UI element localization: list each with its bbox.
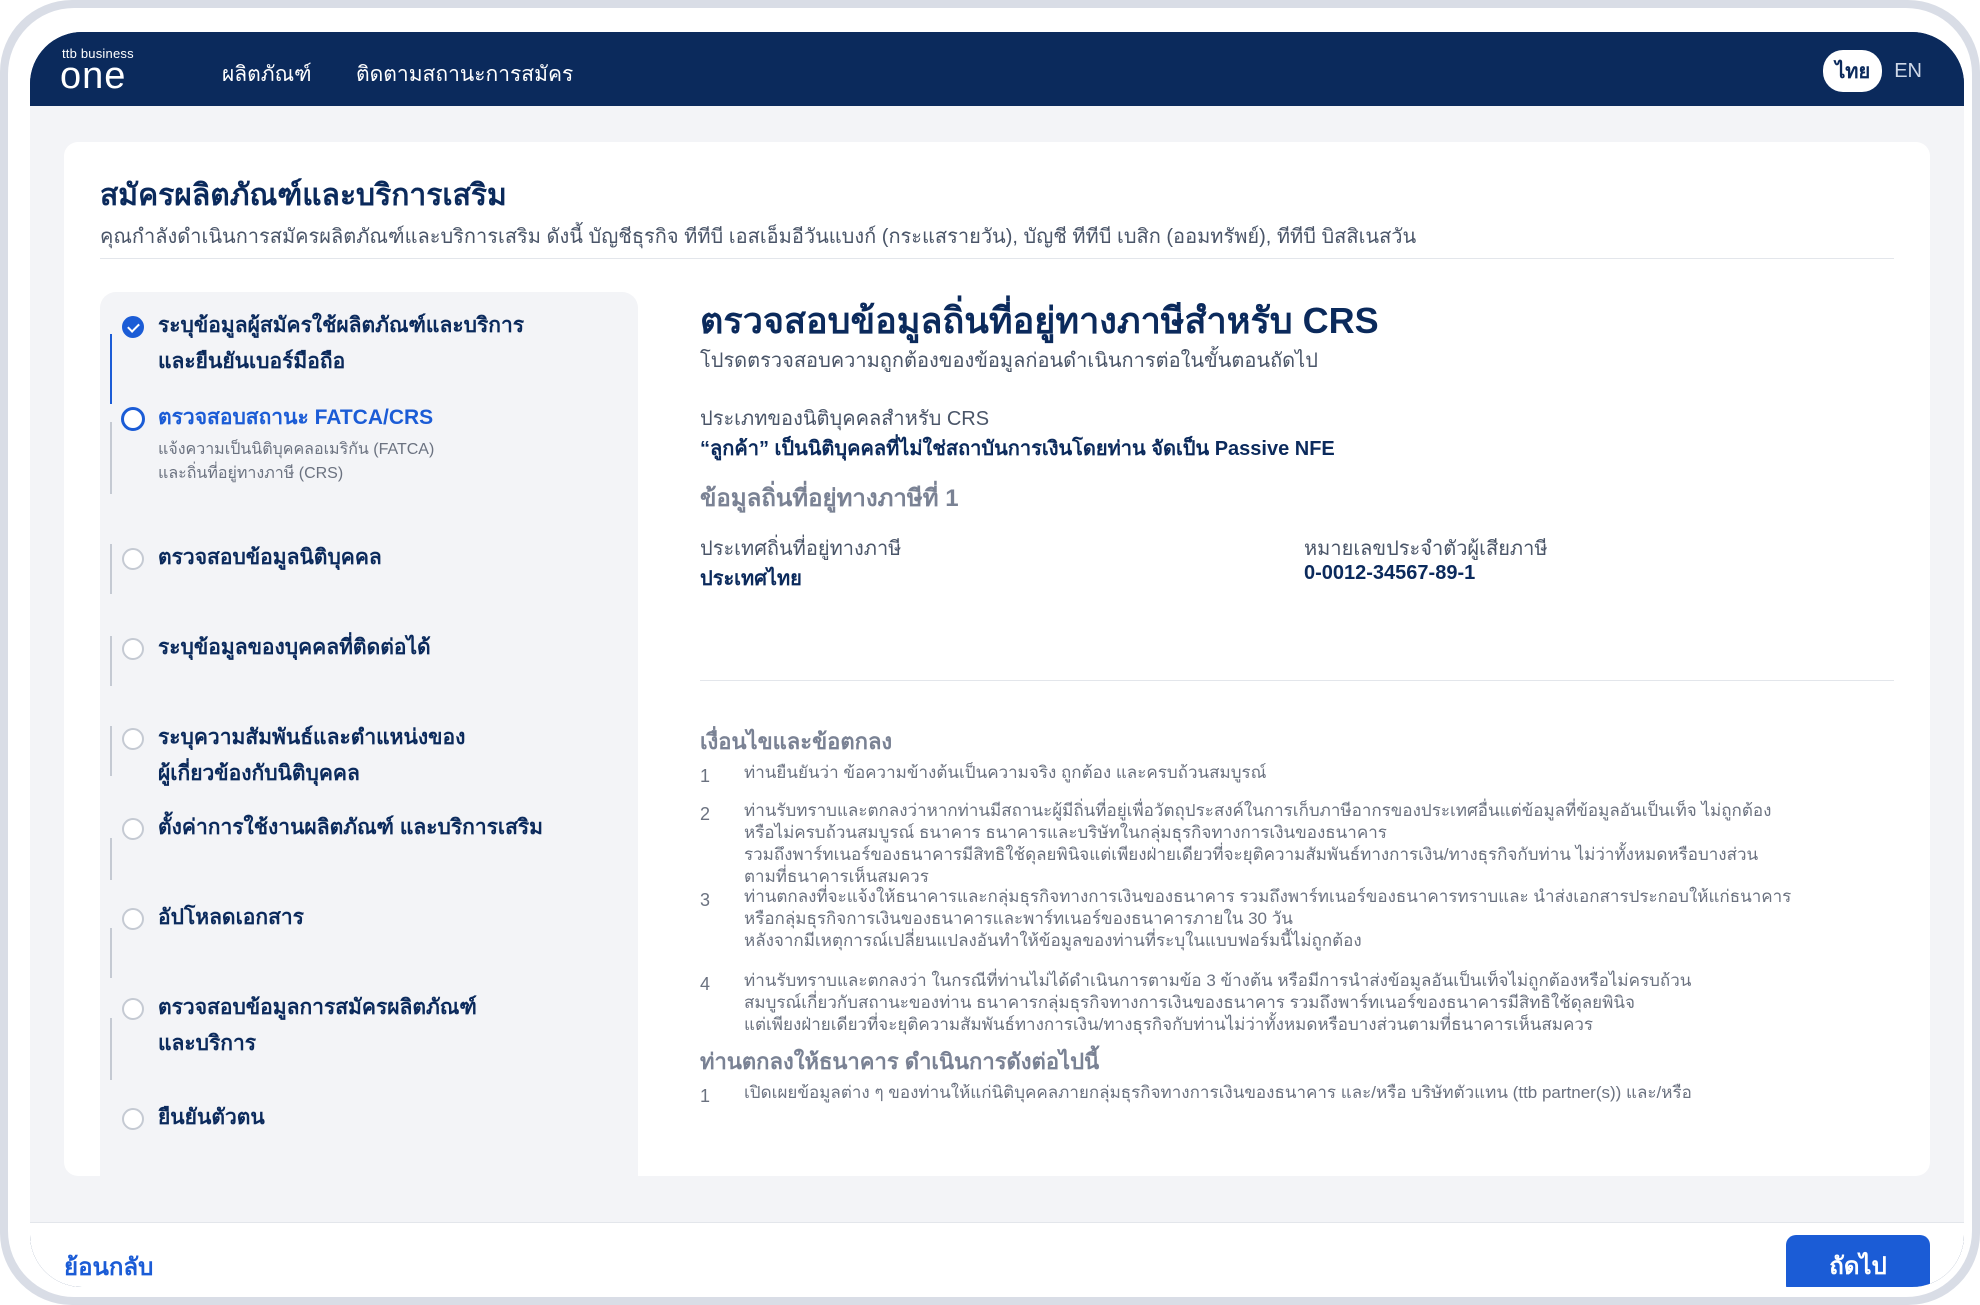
pending-step-icon bbox=[122, 1108, 144, 1130]
agreement-number: 1 bbox=[700, 1086, 711, 1106]
lang-thai-button[interactable]: ไทย bbox=[1823, 50, 1883, 92]
term-number: 1 bbox=[700, 766, 711, 786]
term-line: ตามที่ธนาคารเห็นสมควร bbox=[744, 867, 929, 886]
pending-step-icon bbox=[122, 908, 144, 930]
term-text: ท่านยืนยันว่า ข้อความข้างต้นเป็นความจริง… bbox=[744, 762, 1266, 784]
step-connector bbox=[110, 422, 112, 494]
pending-step-icon bbox=[122, 998, 144, 1020]
term-line: ท่านรับทราบและตกลงว่า ในกรณีที่ท่านไม่ได… bbox=[744, 971, 1692, 990]
section-title: ตรวจสอบข้อมูลถิ่นที่อยู่ทางภาษีสำหรับ CR… bbox=[700, 300, 1379, 341]
agreement-heading: ท่านตกลงให้ธนาคาร ดำเนินการดังต่อไปนี้ bbox=[700, 1049, 1100, 1074]
next-button[interactable]: ถัดไป bbox=[1786, 1235, 1930, 1287]
footer-bar: ย้อนกลับ ถัดไป bbox=[30, 1222, 1964, 1287]
page-subtitle: คุณกำลังดำเนินการสมัครผลิตภัณฑ์และบริการ… bbox=[100, 226, 1417, 248]
lang-english-button[interactable]: EN bbox=[1894, 60, 1922, 83]
term-line: หรือกลุ่มธุรกิจการเงินของธนาคารและพาร์ทเ… bbox=[744, 909, 1293, 928]
term-line: หลังจากมีเหตุการณ์เปลี่ยนแปลงอันทำให้ข้อ… bbox=[744, 931, 1362, 950]
section-subtitle: โปรดตรวจสอบความถูกต้องของข้อมูลก่อนดำเนิ… bbox=[700, 350, 1318, 372]
step-label: ตรวจสอบข้อมูลนิติบุคคล bbox=[158, 546, 382, 569]
tax-residency-heading: ข้อมูลถิ่นที่อยู่ทางภาษีที่ 1 bbox=[700, 485, 959, 512]
divider bbox=[700, 680, 1894, 681]
device-frame: ttb business one ผลิตภัณฑ์ ติดตามสถานะกา… bbox=[0, 0, 1980, 1305]
device-bezel: ttb business one ผลิตภัณฑ์ ติดตามสถานะกา… bbox=[8, 8, 1972, 1297]
step-label: ยืนยันตัวตน bbox=[158, 1106, 265, 1129]
term-line: รวมถึงพาร์ทเนอร์ของธนาคารมีสิทธิใช้ดุลยพ… bbox=[744, 845, 1759, 864]
app-screen: ttb business one ผลิตภัณฑ์ ติดตามสถานะกา… bbox=[30, 32, 1964, 1287]
back-button[interactable]: ย้อนกลับ bbox=[64, 1247, 153, 1286]
pending-step-icon bbox=[122, 548, 144, 570]
term-line: สมบูรณ์เกี่ยวกับสถานะของท่าน ธนาคารกลุ่ม… bbox=[744, 993, 1635, 1012]
term-number: 2 bbox=[700, 804, 711, 824]
step-label: และยืนยันเบอร์มือถือ bbox=[158, 350, 346, 373]
term-text: ท่านรับทราบและตกลงว่าหากท่านมีสถานะผู้มี… bbox=[744, 800, 1771, 888]
divider bbox=[100, 258, 1894, 259]
term-number: 4 bbox=[700, 974, 711, 994]
brand-logo[interactable]: ttb business one bbox=[60, 46, 134, 97]
country-label: ประเทศถิ่นที่อยู่ทางภาษี bbox=[700, 538, 902, 560]
step-description: และถิ่นที่อยู่ทางภาษี (CRS) bbox=[158, 465, 344, 482]
step-description: แจ้งความเป็นนิติบุคคลอเมริกัน (FATCA) bbox=[158, 441, 435, 458]
entity-type-value: “ลูกค้า” เป็นนิติบุคคลที่ไม่ใช่สถาบันการ… bbox=[700, 438, 1335, 460]
agreement-line: เปิดเผยข้อมูลต่าง ๆ ของท่านให้แก่นิติบุค… bbox=[744, 1083, 1692, 1102]
term-line: ท่านรับทราบและตกลงว่าหากท่านมีสถานะผู้มี… bbox=[744, 801, 1772, 820]
step-label: ผู้เกี่ยวข้องกับนิติบุคคล bbox=[158, 762, 360, 785]
content-area: สมัครผลิตภัณฑ์และบริการเสริม คุณกำลังดำเ… bbox=[30, 106, 1964, 1229]
progress-stepper: ระบุข้อมูลผู้สมัครใช้ผลิตภัณฑ์และบริการ … bbox=[100, 292, 638, 1176]
step-label: ระบุข้อมูลผู้สมัครใช้ผลิตภัณฑ์และบริการ bbox=[158, 314, 525, 337]
term-line: ท่านยืนยันว่า ข้อความข้างต้นเป็นความจริง… bbox=[744, 763, 1267, 782]
tin-value: 0-0012-34567-89-1 bbox=[1304, 562, 1476, 584]
term-number: 3 bbox=[700, 890, 711, 910]
nav-track-application[interactable]: ติดตามสถานะการสมัคร bbox=[356, 58, 573, 91]
current-step-icon bbox=[121, 407, 145, 431]
pending-step-icon bbox=[122, 818, 144, 840]
page-title: สมัครผลิตภัณฑ์และบริการเสริม bbox=[100, 179, 507, 212]
entity-type-label: ประเภทของนิติบุคคลสำหรับ CRS bbox=[700, 408, 990, 430]
term-line: หรือไม่ครบถ้วนสมบูรณ์ ธนาคาร ธนาคารและบร… bbox=[744, 823, 1387, 842]
step-connector bbox=[110, 838, 112, 880]
terms-heading: เงื่อนไขและข้อตกลง bbox=[700, 729, 893, 754]
step-connector bbox=[110, 334, 112, 404]
step-label: และบริการ bbox=[158, 1032, 257, 1055]
top-navbar: ttb business one ผลิตภัณฑ์ ติดตามสถานะกา… bbox=[30, 32, 1964, 106]
term-line: ท่านตกลงที่จะแจ้งให้ธนาคารและกลุ่มธุรกิจ… bbox=[744, 887, 1792, 906]
pending-step-icon bbox=[122, 728, 144, 750]
step-label: ตรวจสอบข้อมูลการสมัครผลิตภัณฑ์ bbox=[158, 996, 477, 1019]
logo-big-text: one bbox=[60, 55, 127, 97]
agreement-text: เปิดเผยข้อมูลต่าง ๆ ของท่านให้แก่นิติบุค… bbox=[744, 1082, 1692, 1104]
pending-step-icon bbox=[122, 638, 144, 660]
nav-products[interactable]: ผลิตภัณฑ์ bbox=[222, 58, 312, 91]
country-value: ประเทศไทย bbox=[700, 568, 802, 590]
language-switcher: ไทย EN bbox=[1823, 50, 1922, 92]
step-label: ตั้งค่าการใช้งานผลิตภัณฑ์ และบริการเสริม bbox=[158, 816, 544, 839]
step-connector bbox=[110, 928, 112, 978]
step-connector bbox=[110, 726, 112, 776]
step-label: อัปโหลดเอกสาร bbox=[158, 906, 304, 929]
step-label: ระบุความสัมพันธ์และตำแหน่งของ bbox=[158, 726, 466, 749]
term-line: แต่เพียงฝ่ายเดียวที่จะยุติความสัมพันธ์ทา… bbox=[744, 1015, 1593, 1034]
step-connector bbox=[110, 544, 112, 594]
step-label: ตรวจสอบสถานะ FATCA/CRS bbox=[158, 406, 434, 429]
step-connector bbox=[110, 636, 112, 686]
term-text: ท่านรับทราบและตกลงว่า ในกรณีที่ท่านไม่ได… bbox=[744, 970, 1691, 1036]
step-label: ระบุข้อมูลของบุคคลที่ติดต่อได้ bbox=[158, 636, 431, 659]
tin-label: หมายเลขประจำตัวผู้เสียภาษี bbox=[1304, 538, 1548, 560]
check-icon bbox=[122, 316, 144, 338]
step-connector bbox=[110, 1018, 112, 1080]
application-card: สมัครผลิตภัณฑ์และบริการเสริม คุณกำลังดำเ… bbox=[64, 142, 1930, 1176]
term-text: ท่านตกลงที่จะแจ้งให้ธนาคารและกลุ่มธุรกิจ… bbox=[744, 886, 1791, 952]
